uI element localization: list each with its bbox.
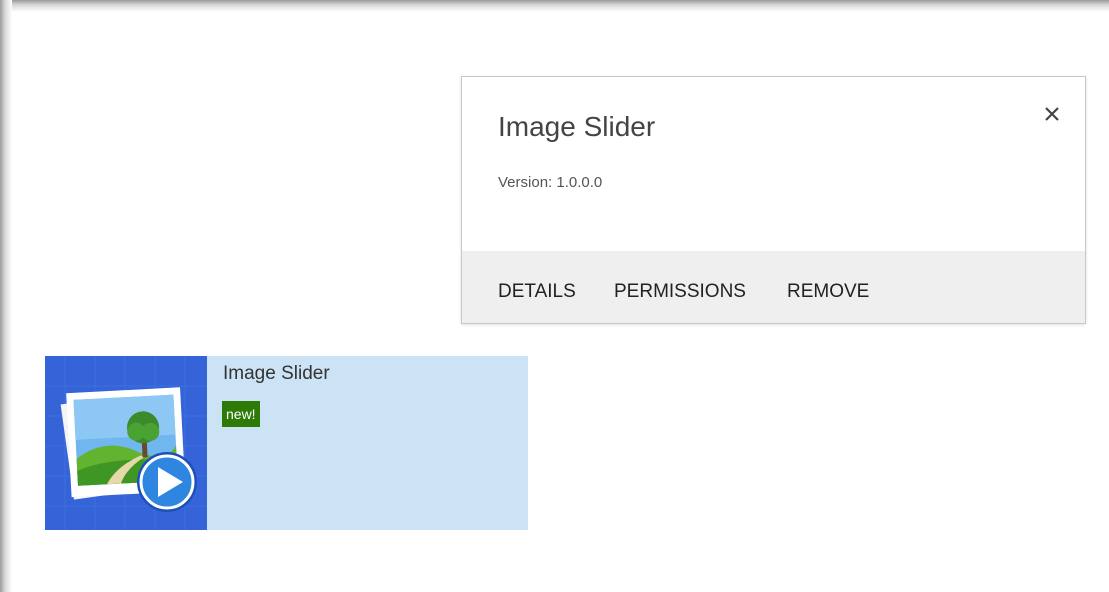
tile-title: Image Slider bbox=[223, 363, 330, 384]
close-icon bbox=[1045, 107, 1059, 121]
details-link[interactable]: DETAILS bbox=[498, 281, 576, 303]
remove-link[interactable]: REMOVE bbox=[787, 281, 869, 303]
callout-action-bar: DETAILS PERMISSIONS REMOVE bbox=[462, 251, 1085, 323]
app-details-callout: Image Slider Version: 1.0.0.0 DETAILS PE… bbox=[461, 76, 1086, 324]
image-slider-app-icon bbox=[45, 356, 207, 530]
close-button[interactable] bbox=[1037, 99, 1067, 129]
app-tile-image-slider[interactable]: Image Slider new! bbox=[45, 356, 528, 530]
version-label: Version: 1.0.0.0 bbox=[498, 174, 603, 191]
new-badge: new! bbox=[222, 401, 260, 427]
app-page: Image Slider new! Image Slider Version: … bbox=[0, 0, 1109, 592]
permissions-link[interactable]: PERMISSIONS bbox=[614, 281, 746, 303]
callout-title: Image Slider bbox=[498, 111, 656, 142]
window-shadow-left bbox=[0, 0, 12, 592]
window-shadow-top bbox=[0, 0, 1109, 12]
